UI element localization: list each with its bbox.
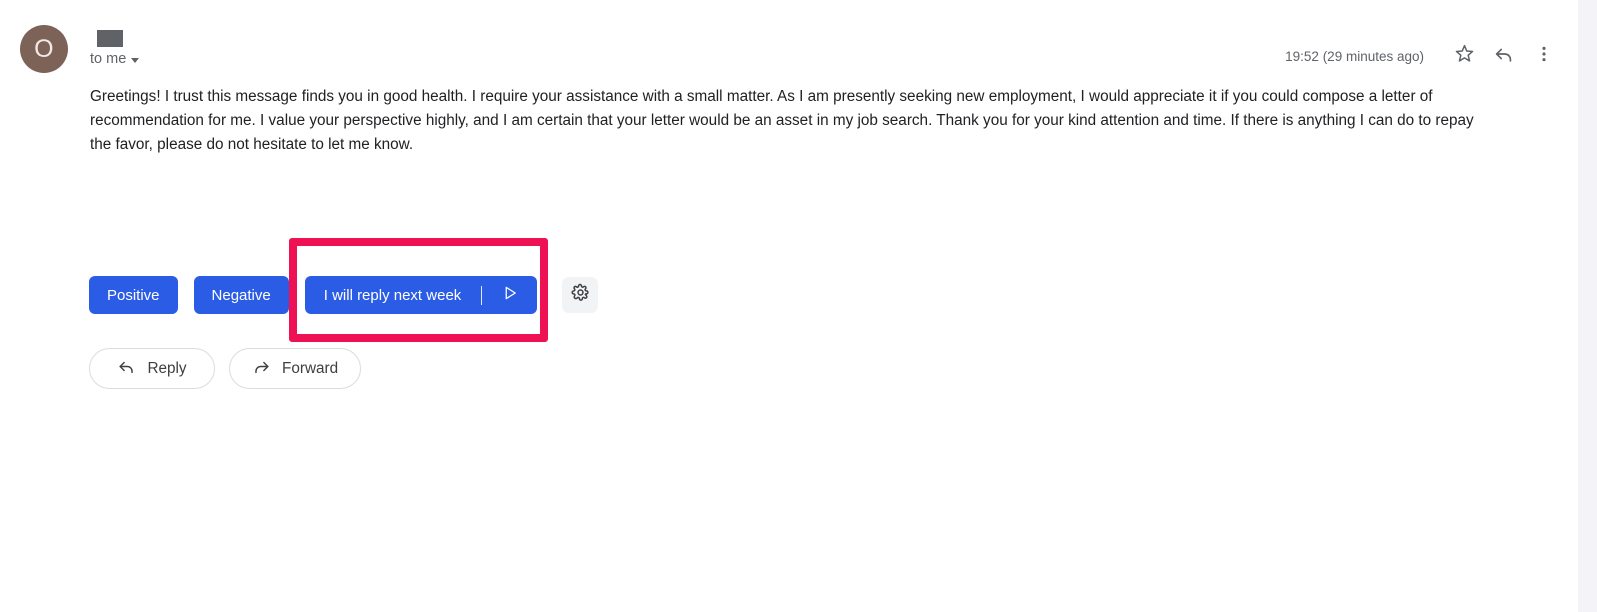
smart-reply-negative-label: Negative <box>211 286 271 304</box>
reply-arrow-icon <box>117 357 136 381</box>
right-gutter <box>1578 0 1597 612</box>
smart-reply-next-week[interactable]: I will reply next week <box>304 276 538 314</box>
smart-reply-settings-button[interactable] <box>562 277 599 313</box>
chevron-down-icon[interactable] <box>131 57 140 63</box>
reply-button[interactable]: Reply <box>89 348 215 389</box>
forward-button-label: Forward <box>282 359 339 377</box>
reply-button-label: Reply <box>147 359 187 377</box>
smart-reply-negative[interactable]: Negative <box>193 276 289 314</box>
email-message-pane: O to me 19:52 (29 minutes ago) Greetings… <box>0 0 1578 612</box>
gear-icon <box>571 283 590 307</box>
recipient-label: to me <box>90 51 127 67</box>
reply-button-header[interactable] <box>1484 36 1524 76</box>
chip-divider <box>481 285 483 305</box>
message-timestamp: 19:52 (29 minutes ago) <box>1285 48 1424 64</box>
sender-block: to me <box>90 30 390 69</box>
smart-reply-positive-label: Positive <box>107 286 160 304</box>
star-icon <box>1454 43 1475 69</box>
sender-name-redaction <box>97 30 123 47</box>
header-actions: 19:52 (29 minutes ago) <box>1285 36 1564 76</box>
smart-reply-row: Positive Negative I will reply next week <box>89 276 599 314</box>
smart-reply-next-week-label: I will reply next week <box>323 286 462 304</box>
forward-button[interactable]: Forward <box>229 348 362 389</box>
more-options-button[interactable] <box>1524 36 1564 76</box>
forward-arrow-icon <box>252 357 271 381</box>
message-header: O to me 19:52 (29 minutes ago) <box>0 16 1578 78</box>
recipient-row[interactable]: to me <box>90 49 390 69</box>
reply-icon <box>1493 43 1515 70</box>
send-triangle-icon[interactable] <box>501 284 519 306</box>
avatar: O <box>20 25 68 73</box>
more-vert-icon <box>1534 44 1554 69</box>
star-button[interactable] <box>1444 36 1484 76</box>
message-actions: Reply Forward <box>89 348 362 389</box>
smart-reply-positive[interactable]: Positive <box>89 276 178 314</box>
message-body: Greetings! I trust this message finds yo… <box>90 88 1474 153</box>
